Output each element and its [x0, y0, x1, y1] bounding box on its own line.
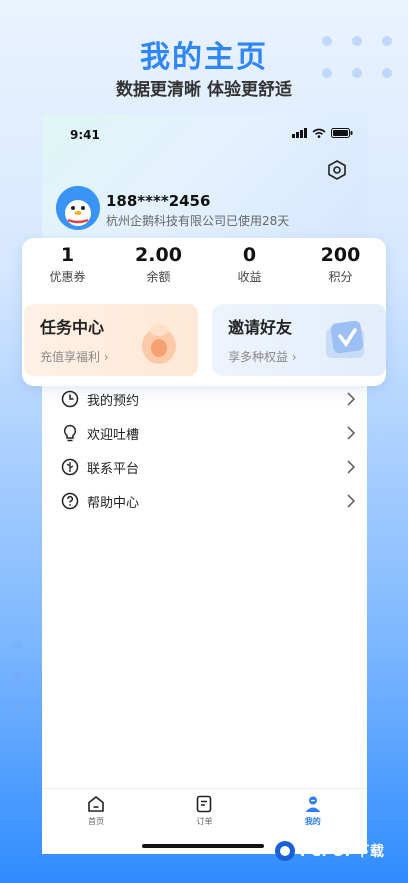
badge-check-icon [326, 320, 364, 358]
menu-item-contact[interactable]: 联系平台 [42, 450, 367, 484]
chevron-right-icon [347, 392, 355, 406]
decor-dot [12, 704, 22, 714]
user-phone: 188****2456 [106, 192, 211, 210]
menu-label: 联系平台 [87, 461, 140, 477]
home-icon [88, 796, 104, 812]
watermark: PCPOP下载 [274, 840, 384, 862]
stat-value: 0 [242, 244, 257, 266]
stat-points[interactable]: 200 积分 [295, 244, 386, 285]
home-indicator [142, 844, 264, 848]
question-icon [61, 492, 79, 510]
invite-friends-card[interactable]: 邀请好友 享多种权益 › [212, 304, 386, 376]
menu-label: 我的预约 [87, 393, 140, 409]
clock-icon [61, 390, 79, 408]
stat-value: 1 [60, 244, 75, 266]
settings-icon[interactable] [327, 160, 347, 180]
chevron-right-icon [347, 460, 355, 474]
tab-label: 我的 [304, 817, 321, 826]
penguin-icon [56, 186, 100, 230]
tab-home[interactable]: 首页 [42, 789, 150, 854]
menu-item-feedback[interactable]: 欢迎吐槽 [42, 416, 367, 450]
user-org: 杭州企鹅科技有限公司已使用28天 [106, 214, 290, 228]
stat-earnings[interactable]: 0 收益 [204, 244, 295, 285]
tab-label: 首页 [88, 817, 105, 826]
user-icon [305, 796, 321, 812]
stat-label: 收益 [237, 270, 262, 284]
stat-label: 余额 [146, 270, 171, 284]
menu-item-help[interactable]: 帮助中心 [42, 484, 367, 518]
promo-title: 我的主页 [140, 40, 268, 75]
leaf-icon [61, 458, 79, 476]
stat-balance[interactable]: 2.00 余额 [113, 244, 204, 285]
menu-label: 欢迎吐槽 [87, 427, 140, 443]
stat-coupons[interactable]: 1 优惠券 [22, 244, 113, 285]
lightbulb-icon [63, 424, 77, 442]
status-time: 9:41 [70, 128, 100, 142]
chevron-right-icon [347, 494, 355, 508]
decor-dot [12, 640, 22, 650]
menu-label: 帮助中心 [87, 495, 140, 511]
watermark-logo-icon [275, 841, 295, 861]
menu-list: 我的预约 欢迎吐槽 联系平台 帮助中心 [42, 368, 367, 518]
stats-row: 1 优惠券 2.00 余额 0 收益 200 积分 [22, 244, 386, 285]
promo-subtitle: 数据更清晰 体验更舒适 [116, 80, 292, 100]
stat-label: 优惠券 [49, 270, 86, 284]
tab-label: 订单 [196, 817, 213, 826]
avatar[interactable] [56, 186, 100, 230]
task-center-card[interactable]: 任务中心 充值享福利 › [24, 304, 198, 376]
menu-item-appointments[interactable]: 我的预约 [42, 382, 367, 416]
signal-icon [292, 128, 307, 138]
stats-card: 1 优惠券 2.00 余额 0 收益 200 积分 任务中心 充值享福利 › 邀… [22, 238, 386, 386]
status-icons [292, 128, 353, 138]
battery-icon [331, 128, 353, 138]
stat-value: 200 [320, 244, 361, 266]
wifi-icon [312, 128, 326, 138]
stat-label: 积分 [328, 270, 353, 284]
decor-dot [12, 672, 22, 682]
chevron-right-icon [347, 426, 355, 440]
order-icon [197, 795, 212, 813]
stat-value: 2.00 [135, 244, 182, 266]
coin-bag-icon [142, 324, 176, 364]
watermark-text: PCPOP下载 [300, 844, 385, 860]
